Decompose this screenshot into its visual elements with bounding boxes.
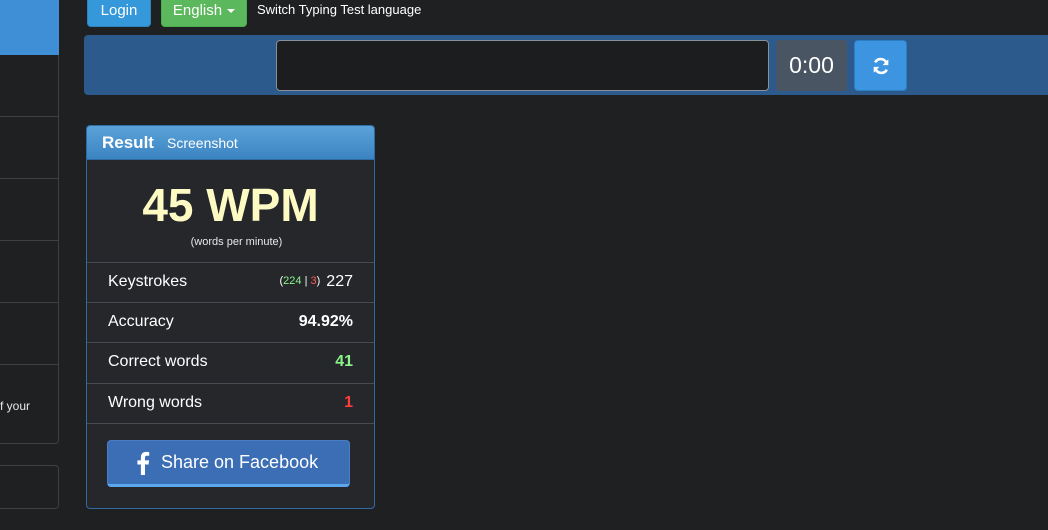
refresh-button[interactable] bbox=[854, 40, 907, 91]
refresh-icon bbox=[873, 57, 888, 74]
result-panel: Result Screenshot 45 WPM (words per minu… bbox=[86, 125, 375, 509]
sidebar-item-text: f your bbox=[0, 399, 31, 413]
typing-input[interactable] bbox=[276, 40, 769, 91]
accuracy-value: 94.92% bbox=[298, 313, 353, 330]
typing-test-page: f your Login English Switch Typing Test … bbox=[0, 0, 1048, 530]
sidebar-item[interactable]: f your bbox=[0, 365, 59, 444]
sidebar-item[interactable] bbox=[0, 55, 59, 117]
sidebar-item[interactable] bbox=[0, 117, 59, 179]
result-panel-header: Result Screenshot bbox=[87, 126, 374, 160]
screenshot-tab[interactable]: Screenshot bbox=[167, 135, 238, 151]
wrong-words-label: Wrong words bbox=[108, 394, 202, 411]
login-button[interactable]: Login bbox=[87, 0, 151, 27]
keystrokes-detail: (224 | 3) bbox=[279, 275, 320, 287]
sidebar-item-active[interactable] bbox=[0, 0, 59, 55]
login-label: Login bbox=[100, 2, 138, 19]
language-dropdown-button[interactable]: English bbox=[161, 0, 247, 27]
accuracy-row: Accuracy 94.92% bbox=[87, 302, 374, 343]
wpm-value: 45 WPM bbox=[142, 179, 319, 231]
keystrokes-value: (224 | 3) 227 bbox=[279, 273, 353, 291]
language-label: English bbox=[172, 2, 223, 19]
timer: 0:00 bbox=[776, 40, 847, 91]
keystrokes-label: Keystrokes bbox=[108, 273, 188, 290]
share-facebook-button[interactable]: Share on Facebook bbox=[107, 440, 350, 487]
caret-down-icon bbox=[227, 9, 236, 14]
sidebar-item[interactable] bbox=[0, 241, 59, 303]
keystrokes-sep: | bbox=[301, 275, 311, 287]
result-tab[interactable]: Result bbox=[102, 133, 154, 153]
keystrokes-correct: 224 bbox=[283, 275, 302, 287]
correct-words-value: 41 bbox=[335, 353, 353, 370]
sidebar-item[interactable] bbox=[0, 179, 59, 241]
wrong-words-value: 1 bbox=[344, 394, 353, 411]
keystrokes-total: 227 bbox=[326, 273, 353, 290]
switch-language-text: Switch Typing Test language bbox=[257, 2, 422, 17]
sidebar-item[interactable] bbox=[0, 303, 59, 365]
sidebar: f your bbox=[0, 0, 59, 530]
wpm-caption: (words per minute) bbox=[190, 236, 283, 248]
correct-words-label: Correct words bbox=[108, 353, 208, 370]
keystrokes-close: ) bbox=[316, 275, 321, 287]
wrong-words-row: Wrong words 1 bbox=[87, 383, 374, 424]
share-facebook-label: Share on Facebook bbox=[161, 452, 319, 472]
keystrokes-row: Keystrokes (224 | 3) 227 bbox=[87, 262, 374, 303]
accuracy-label: Accuracy bbox=[108, 313, 174, 330]
sidebar-box bbox=[0, 465, 59, 509]
correct-words-row: Correct words 41 bbox=[87, 342, 374, 383]
facebook-icon bbox=[137, 451, 150, 475]
